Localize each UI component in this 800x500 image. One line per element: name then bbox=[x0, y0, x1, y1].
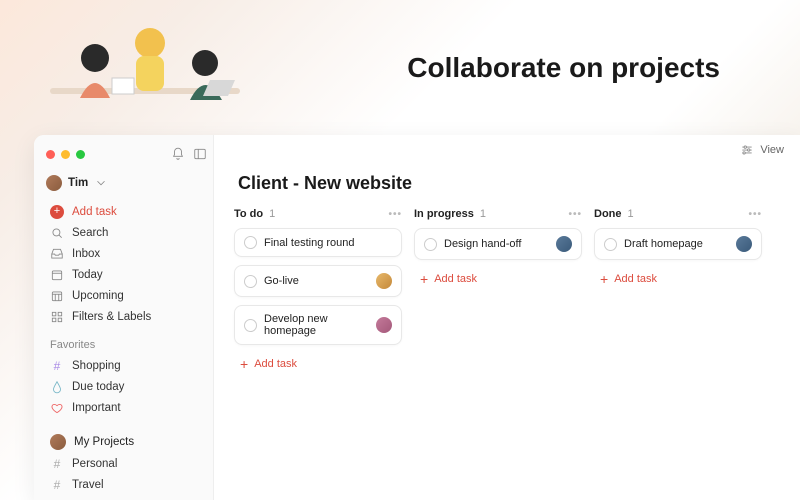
task-title: Design hand-off bbox=[444, 238, 521, 250]
favorite-label: Shopping bbox=[72, 360, 121, 372]
inbox-icon bbox=[50, 247, 64, 261]
my-projects-header[interactable]: My Projects bbox=[44, 430, 207, 453]
sliders-icon[interactable] bbox=[740, 143, 754, 157]
add-task-label: Add task bbox=[254, 358, 297, 370]
main-area: View Client - New website To do 1 ••• Final… bbox=[214, 135, 800, 500]
drop-icon bbox=[50, 380, 64, 394]
kanban-board: To do 1 ••• Final testing round Go-live Devel… bbox=[214, 208, 800, 375]
user-name: Tim bbox=[68, 177, 88, 189]
task-card[interactable]: Go-live bbox=[234, 265, 402, 297]
column-header[interactable]: To do 1 ••• bbox=[234, 208, 402, 220]
nav-label: Upcoming bbox=[72, 290, 124, 302]
add-task-button[interactable]: + Add task bbox=[44, 201, 207, 222]
plus-icon: + bbox=[240, 357, 248, 371]
checkbox[interactable] bbox=[244, 275, 257, 288]
hero-title: Collaborate on projects bbox=[407, 52, 720, 84]
column-count: 1 bbox=[480, 208, 486, 220]
add-task-label: Add task bbox=[434, 273, 477, 285]
add-task-button[interactable]: + Add task bbox=[234, 353, 402, 375]
nav-inbox[interactable]: Inbox bbox=[44, 243, 207, 264]
task-card[interactable]: Final testing round bbox=[234, 228, 402, 257]
my-projects-label: My Projects bbox=[74, 436, 134, 448]
board-column: In progress 1 ••• Design hand-off + Add task bbox=[414, 208, 582, 375]
column-name: In progress bbox=[414, 208, 474, 220]
task-card[interactable]: Draft homepage bbox=[594, 228, 762, 260]
hash-icon: # bbox=[50, 457, 64, 471]
favorite-label: Important bbox=[72, 402, 121, 414]
checkbox[interactable] bbox=[424, 238, 437, 251]
board-column: To do 1 ••• Final testing round Go-live Devel… bbox=[234, 208, 402, 375]
bell-icon[interactable] bbox=[171, 147, 185, 161]
nav-today[interactable]: Today bbox=[44, 264, 207, 285]
plus-icon: + bbox=[50, 205, 64, 219]
maximize-dot[interactable] bbox=[76, 150, 85, 159]
add-task-button[interactable]: + Add task bbox=[594, 268, 762, 290]
project-travel[interactable]: # Travel bbox=[44, 474, 207, 495]
hash-icon: # bbox=[50, 478, 64, 492]
hero-illustration bbox=[40, 8, 260, 128]
grid-icon bbox=[50, 310, 64, 324]
calendar-grid-icon bbox=[50, 289, 64, 303]
favorite-label: Due today bbox=[72, 381, 124, 393]
minimize-dot[interactable] bbox=[61, 150, 70, 159]
project-personal[interactable]: # Personal bbox=[44, 453, 207, 474]
sidebar: Tim + Add task Search Inbox Today Upcomi… bbox=[34, 135, 214, 500]
column-name: Done bbox=[594, 208, 622, 220]
nav-label: Inbox bbox=[72, 248, 100, 260]
column-name: To do bbox=[234, 208, 263, 220]
sidebar-toggle-icon[interactable] bbox=[193, 147, 207, 161]
column-count: 1 bbox=[628, 208, 634, 220]
column-header[interactable]: Done 1 ••• bbox=[594, 208, 762, 220]
column-header[interactable]: In progress 1 ••• bbox=[414, 208, 582, 220]
favorite-due-today[interactable]: Due today bbox=[44, 376, 207, 397]
favorites-label: Favorites bbox=[50, 339, 207, 351]
nav-upcoming[interactable]: Upcoming bbox=[44, 285, 207, 306]
app-window: Tim + Add task Search Inbox Today Upcomi… bbox=[34, 135, 800, 500]
project-label: Personal bbox=[72, 458, 117, 470]
window-controls bbox=[44, 143, 207, 165]
more-icon[interactable]: ••• bbox=[568, 209, 582, 220]
assignee-avatar[interactable] bbox=[376, 273, 392, 289]
page-title: Client - New website bbox=[214, 165, 800, 208]
plus-icon: + bbox=[600, 272, 608, 286]
assignee-avatar[interactable] bbox=[736, 236, 752, 252]
nav-label: Today bbox=[72, 269, 103, 281]
board-column: Done 1 ••• Draft homepage + Add task bbox=[594, 208, 762, 375]
plus-icon: + bbox=[420, 272, 428, 286]
add-task-button[interactable]: + Add task bbox=[414, 268, 582, 290]
task-title: Go-live bbox=[264, 275, 299, 287]
checkbox[interactable] bbox=[604, 238, 617, 251]
chevron-down-icon bbox=[94, 176, 108, 190]
checkbox[interactable] bbox=[244, 319, 257, 332]
add-task-label: Add task bbox=[72, 206, 117, 218]
nav-filters[interactable]: Filters & Labels bbox=[44, 306, 207, 327]
task-title: Final testing round bbox=[264, 237, 355, 249]
user-avatar bbox=[46, 175, 62, 191]
column-count: 1 bbox=[269, 208, 275, 220]
nav-label: Filters & Labels bbox=[72, 311, 151, 323]
task-card[interactable]: Develop new homepage bbox=[234, 305, 402, 345]
assignee-avatar[interactable] bbox=[556, 236, 572, 252]
task-title: Draft homepage bbox=[624, 238, 703, 250]
more-icon[interactable]: ••• bbox=[388, 209, 402, 220]
more-icon[interactable]: ••• bbox=[748, 209, 762, 220]
assignee-avatar[interactable] bbox=[376, 317, 392, 333]
hash-icon: # bbox=[50, 359, 64, 373]
task-card[interactable]: Design hand-off bbox=[414, 228, 582, 260]
favorite-shopping[interactable]: # Shopping bbox=[44, 355, 207, 376]
nav-label: Search bbox=[72, 227, 108, 239]
nav-search[interactable]: Search bbox=[44, 222, 207, 243]
heart-icon bbox=[50, 401, 64, 415]
project-label: Travel bbox=[72, 479, 104, 491]
view-button[interactable]: View bbox=[760, 144, 784, 156]
add-task-label: Add task bbox=[614, 273, 657, 285]
calendar-icon bbox=[50, 268, 64, 282]
user-menu[interactable]: Tim bbox=[46, 175, 207, 191]
search-icon bbox=[50, 226, 64, 240]
favorite-important[interactable]: Important bbox=[44, 397, 207, 418]
avatar-icon bbox=[50, 434, 66, 450]
task-title: Develop new homepage bbox=[264, 313, 369, 337]
close-dot[interactable] bbox=[46, 150, 55, 159]
checkbox[interactable] bbox=[244, 236, 257, 249]
